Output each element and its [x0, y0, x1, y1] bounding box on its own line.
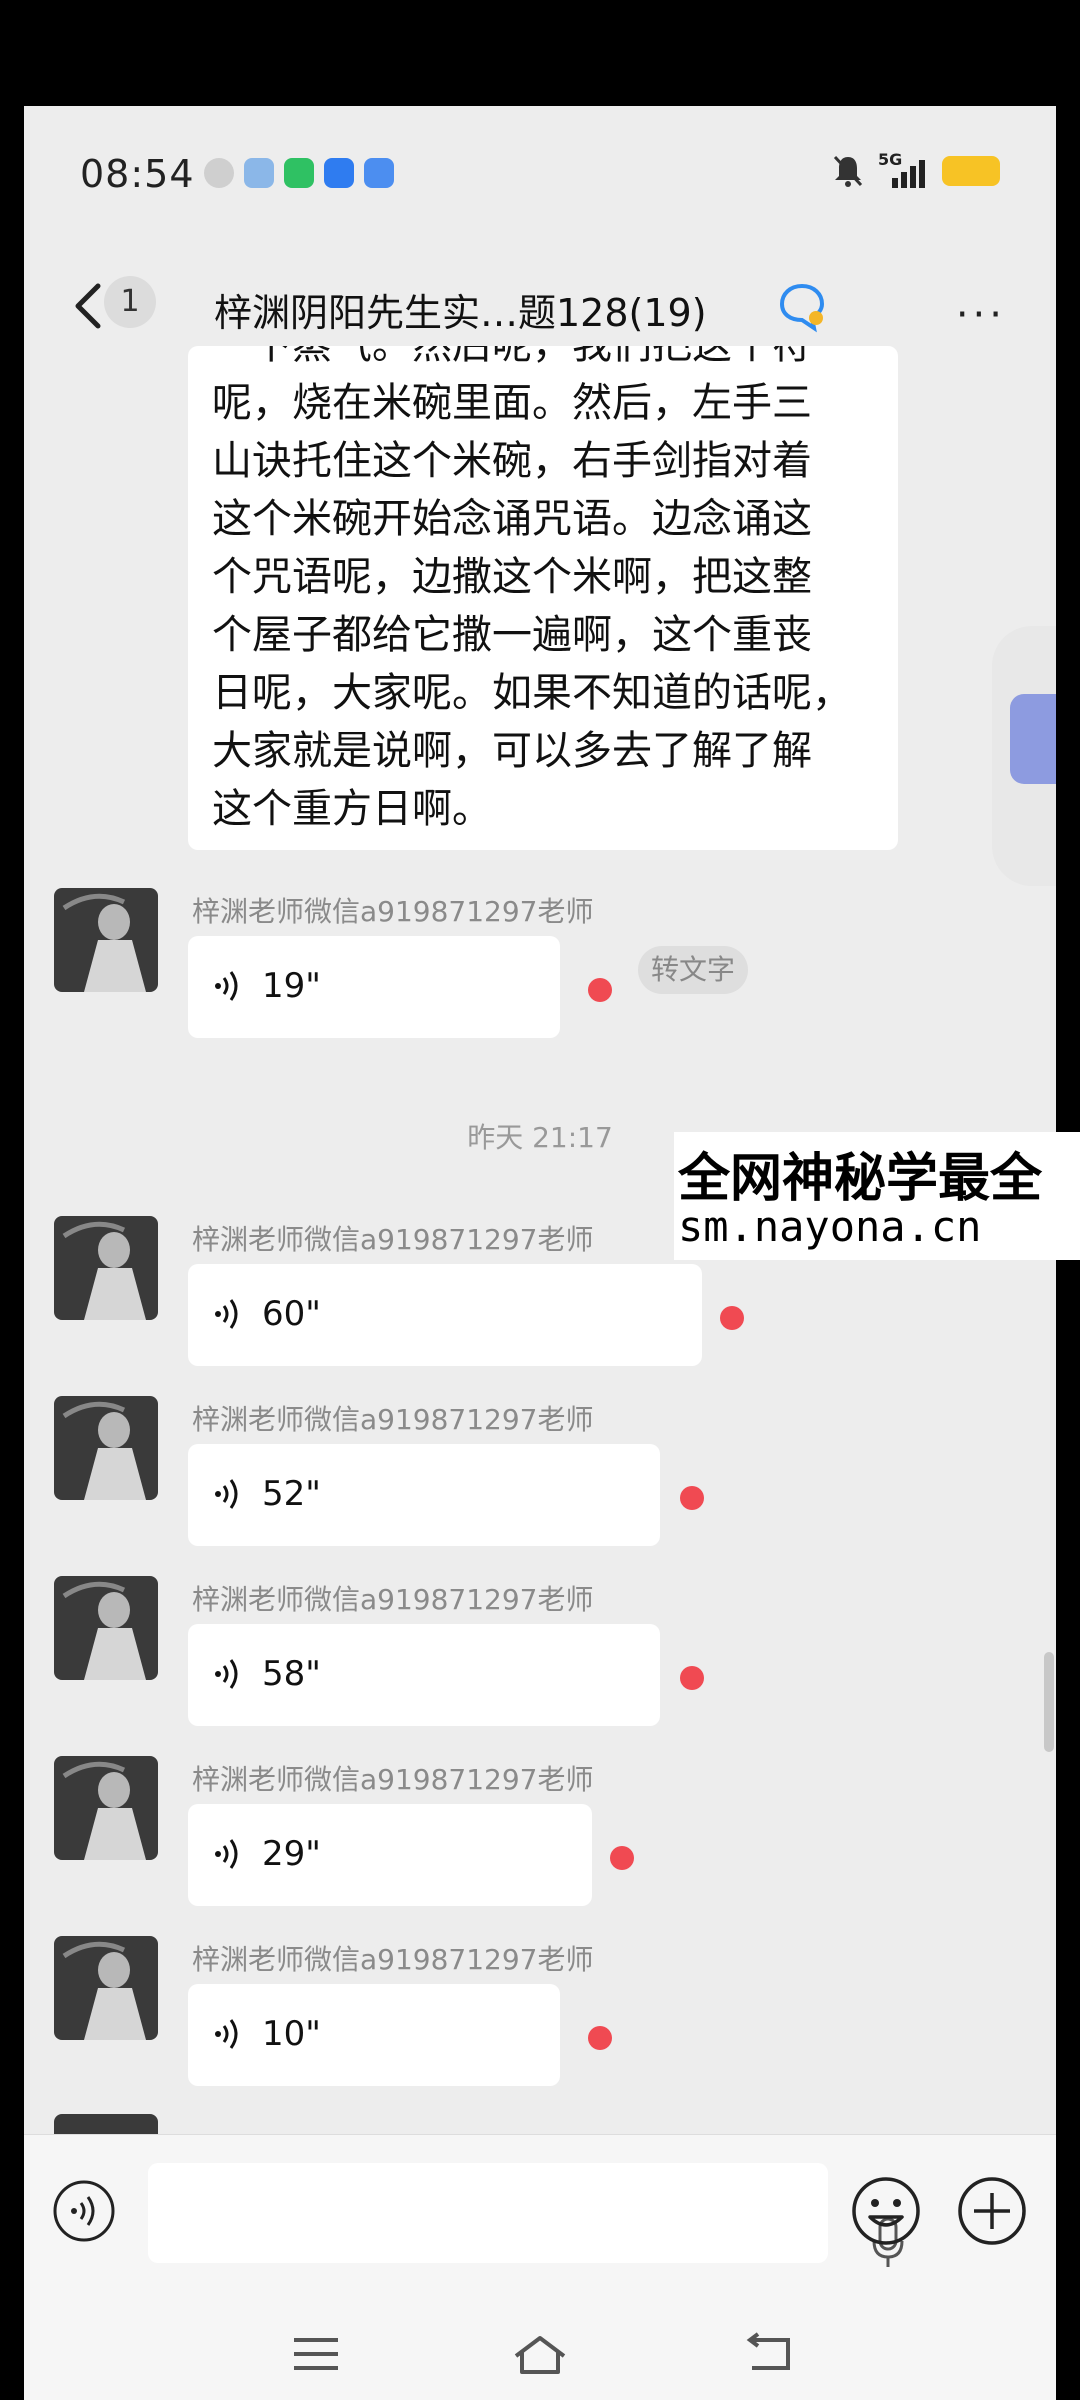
message-input[interactable]	[148, 2163, 904, 2267]
voice-bubble[interactable]: 10"	[188, 1984, 560, 2086]
watermark-title: 全网神秘学最全	[678, 1149, 1043, 1209]
emoji-icon[interactable]	[850, 2175, 922, 2247]
text-line: 日呢，大家呢。如果不知道的话呢，	[212, 670, 852, 716]
sender-name: 梓渊老师微信a919871297老师	[192, 1403, 594, 1436]
sender-name: 梓渊老师微信a919871297老师	[192, 1583, 594, 1616]
voice-wave-icon	[215, 1299, 238, 1329]
voice-duration: 29"	[262, 1834, 321, 1874]
text-line: 大家就是说啊，可以多去了解了解	[212, 728, 812, 774]
watermark: 全网神秘学最全 sm.nayona.cn	[674, 1132, 1080, 1260]
voice-wave-icon	[215, 1839, 238, 1869]
note-icon	[364, 158, 394, 188]
more-options-button[interactable]: ···	[956, 292, 1006, 338]
back-nav-icon[interactable]	[740, 2332, 800, 2376]
avatar	[54, 2114, 158, 2134]
status-right: 5G	[832, 150, 1000, 188]
voice-bubble[interactable]: 60"	[188, 1264, 702, 1366]
menu-icon[interactable]	[286, 2332, 346, 2376]
status-bar: 08:54 5G	[24, 106, 1056, 246]
voice-bubble[interactable]: 58"	[188, 1624, 660, 1726]
plus-icon[interactable]	[956, 2175, 1028, 2247]
unread-dot	[680, 1486, 704, 1510]
text-line: 个屋子都给它撒一遍啊，这个重丧	[212, 612, 812, 658]
sender-name: 梓渊老师微信a919871297老师	[192, 1763, 594, 1796]
app-icon	[244, 158, 274, 188]
system-nav-bar	[24, 2304, 1056, 2400]
avatar[interactable]	[54, 1756, 158, 1860]
voice-bubble[interactable]: 52"	[188, 1444, 660, 1546]
signal-icon	[892, 160, 925, 188]
scrollbar[interactable]	[1044, 1652, 1054, 1752]
text-message-body: 一下蒸气。然后呢，我们把这个符 呢，烧在米碗里面。然后，左手三 山诀托住这个米碗…	[212, 346, 892, 838]
text-message-bubble[interactable]: 一下蒸气。然后呢，我们把这个符 呢，烧在米碗里面。然后，左手三 山诀托住这个米碗…	[188, 346, 898, 850]
avatar[interactable]	[54, 1396, 158, 1500]
floating-handle[interactable]	[1010, 694, 1056, 784]
voice-duration: 60"	[262, 1294, 321, 1334]
unread-dot	[720, 1306, 744, 1330]
avatar[interactable]	[54, 1216, 158, 1320]
voice-duration: 19"	[262, 966, 321, 1006]
sender-name: 梓渊老师微信a919871297老师	[192, 1223, 594, 1256]
voice-bubble[interactable]: 29"	[188, 1804, 592, 1906]
gear-icon	[204, 158, 234, 188]
watermark-url: sm.nayona.cn	[678, 1202, 982, 1251]
unread-dot	[610, 1846, 634, 1870]
mute-bell-icon	[833, 155, 863, 187]
home-icon[interactable]	[510, 2332, 570, 2376]
battery-icon	[942, 156, 1000, 186]
text-line: 这个米碗开始念诵咒语。边念诵这	[212, 496, 812, 542]
input-bar	[24, 2134, 1056, 2305]
unread-count-badge: 1	[104, 276, 156, 328]
avatar[interactable]	[54, 1576, 158, 1680]
wechat-icon	[284, 158, 314, 188]
video-icon	[324, 158, 354, 188]
voice-wave-icon	[215, 971, 238, 1001]
unread-dot	[588, 2026, 612, 2050]
unread-dot	[588, 978, 612, 1002]
transcribe-button[interactable]: 转文字	[638, 946, 748, 994]
voice-wave-icon	[215, 1659, 238, 1689]
voice-duration: 58"	[262, 1654, 321, 1694]
avatar[interactable]	[54, 1936, 158, 2040]
unread-dot	[680, 1666, 704, 1690]
text-line: 这个重方日啊。	[212, 786, 492, 832]
text-line: 山诀托住这个米碗，右手剑指对着	[212, 438, 812, 484]
group-chat-icon	[779, 283, 825, 333]
sender-name: 梓渊老师微信a919871297老师	[192, 1943, 594, 1976]
voice-wave-icon	[215, 1479, 238, 1509]
voice-duration: 10"	[262, 2014, 321, 2054]
sender-name: 梓渊老师微信a919871297老师	[192, 895, 594, 928]
avatar[interactable]	[54, 888, 158, 992]
chat-title: 梓渊阴阳先生实…题128(19)	[214, 291, 707, 335]
signal-indicator: 5G	[878, 150, 928, 188]
text-line: 一下蒸气。然后呢，我们把这个符	[212, 346, 812, 368]
status-time: 08:54	[80, 152, 195, 196]
voice-duration: 52"	[262, 1474, 321, 1514]
voice-wave-icon	[215, 2019, 238, 2049]
voice-bubble[interactable]: 19"	[188, 936, 560, 1038]
notification-icons	[204, 158, 394, 188]
text-line: 个咒语呢，边撒这个米啊，把这整	[212, 554, 812, 600]
text-line: 呢，烧在米碗里面。然后，左手三	[212, 380, 812, 426]
voice-input-icon[interactable]	[52, 2179, 116, 2243]
